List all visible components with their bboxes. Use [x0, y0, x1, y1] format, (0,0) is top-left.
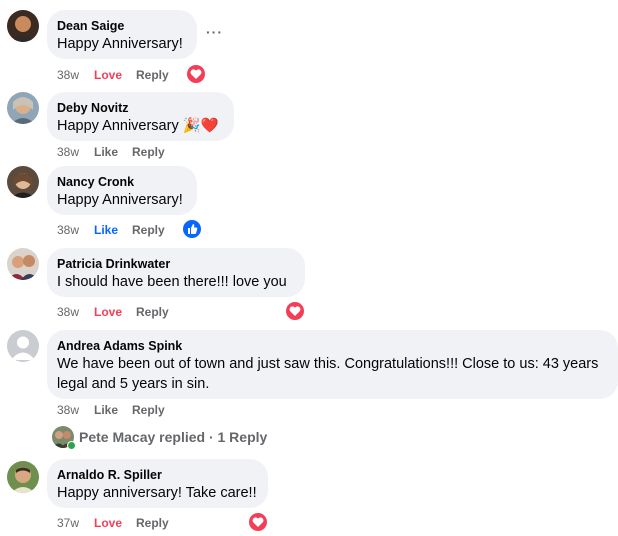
reply-button[interactable]: Reply: [136, 67, 169, 83]
comment-author[interactable]: Nancy Cronk: [57, 174, 185, 190]
like-button[interactable]: Like: [94, 144, 118, 160]
comment-bubble: Patricia Drinkwater I should have been t…: [47, 248, 305, 297]
replies-summary[interactable]: Pete Macay replied · 1 Reply: [79, 429, 267, 445]
comment-text: I should have been there!!! love you: [57, 274, 287, 290]
comment-author[interactable]: Andrea Adams Spink: [57, 338, 606, 354]
comment-text: Happy Anniversary!: [57, 36, 183, 52]
love-button[interactable]: Love: [94, 67, 122, 83]
avatar[interactable]: [7, 461, 39, 493]
comment-time[interactable]: 38w: [57, 144, 79, 160]
comment-bubble: Dean Saige Happy Anniversary!: [47, 10, 197, 59]
comment-time[interactable]: 37w: [57, 515, 79, 531]
avatar[interactable]: [7, 92, 39, 124]
comment-bubble: Arnaldo R. Spiller Happy anniversary! Ta…: [47, 459, 268, 508]
love-button[interactable]: Love: [94, 304, 122, 320]
reply-button[interactable]: Reply: [136, 304, 169, 320]
comment-time[interactable]: 38w: [57, 304, 79, 320]
comment-time[interactable]: 38w: [57, 402, 79, 418]
avatar[interactable]: [7, 248, 39, 280]
more-options-icon[interactable]: ···: [206, 24, 223, 40]
reply-button[interactable]: Reply: [132, 402, 165, 418]
heart-reaction-icon[interactable]: [247, 511, 269, 533]
heart-reaction-icon[interactable]: [185, 63, 207, 85]
comment-text: Happy Anniversary 🎉❤️: [57, 118, 219, 134]
comment-author[interactable]: Deby Novitz: [57, 100, 222, 116]
like-button[interactable]: Like: [94, 222, 118, 238]
reply-button[interactable]: Reply: [132, 222, 165, 238]
comment-bubble: Nancy Cronk Happy Anniversary!: [47, 166, 197, 215]
comment-text: Happy Anniversary!: [57, 192, 183, 208]
love-button[interactable]: Love: [94, 515, 122, 531]
like-button[interactable]: Like: [94, 402, 118, 418]
comment-text: We have been out of town and just saw th…: [57, 356, 599, 392]
avatar[interactable]: [7, 330, 39, 362]
comment-time[interactable]: 38w: [57, 222, 79, 238]
comment-author[interactable]: Arnaldo R. Spiller: [57, 467, 256, 483]
comment-text: Happy anniversary! Take care!!: [57, 485, 257, 501]
reply-button[interactable]: Reply: [132, 144, 165, 160]
avatar[interactable]: [7, 10, 39, 42]
comment-bubble: Deby Novitz Happy Anniversary 🎉❤️: [47, 92, 234, 141]
reply-button[interactable]: Reply: [136, 515, 169, 531]
heart-reaction-icon[interactable]: [284, 300, 306, 322]
online-status-dot: [67, 441, 76, 450]
comment-author[interactable]: Patricia Drinkwater: [57, 256, 293, 272]
comment-bubble: Andrea Adams Spink We have been out of t…: [47, 330, 618, 399]
thumbs-up-reaction-icon[interactable]: [181, 218, 203, 240]
avatar[interactable]: [7, 166, 39, 198]
comment-time[interactable]: 38w: [57, 67, 79, 83]
comment-author[interactable]: Dean Saige: [57, 18, 185, 34]
